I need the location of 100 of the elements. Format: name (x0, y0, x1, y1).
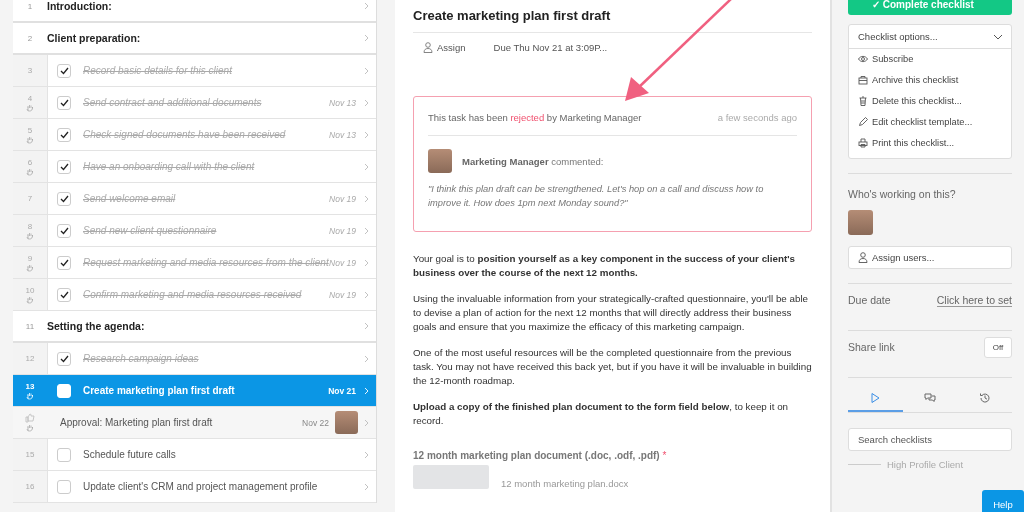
chevron-icon (364, 386, 369, 395)
task-title: Send welcome email (83, 193, 177, 204)
chevron-icon (364, 322, 369, 330)
checkbox[interactable] (57, 159, 71, 174)
options-dropdown[interactable]: Checklist options... (849, 25, 1011, 49)
chevron-icon (364, 130, 369, 139)
checkbox[interactable] (57, 479, 71, 494)
due-date: Nov 13 (329, 129, 356, 140)
chevron-icon (364, 98, 369, 107)
archive-icon (858, 75, 868, 85)
checkbox[interactable] (57, 63, 71, 78)
menu-item[interactable]: Subscribe (849, 49, 923, 70)
description-paragraph: Using the invaluable information from your strategically-crafted questionnaire, you'll be able to devise a plan of action for the next 12 months that will directly address their business goals and ensure that you maximize the efficacy of this marketing campaign. (413, 292, 810, 334)
row-number: 13 (25, 381, 35, 391)
task-title: Send contract and additional documents (83, 97, 263, 108)
task-row[interactable]: 16 Update client's CRM and project management profile (13, 471, 376, 503)
chevron-icon (364, 290, 369, 299)
chevron-icon (364, 194, 369, 203)
due-date: Nov 21 (328, 385, 356, 396)
row-number: 6 (27, 157, 33, 167)
checkbox[interactable] (57, 447, 71, 462)
row-number: 8 (27, 221, 33, 231)
user-icon (423, 42, 433, 53)
trash-icon (858, 96, 868, 106)
task-title: Update client's CRM and project management profile (83, 481, 319, 492)
checkbox[interactable] (57, 127, 71, 142)
checkbox[interactable] (57, 191, 71, 206)
avatar (428, 149, 452, 173)
due-date: Nov 13 (329, 97, 356, 108)
checkbox[interactable] (57, 255, 71, 270)
menu-item[interactable]: Archive this checklist (849, 70, 968, 91)
chevron-icon (364, 418, 369, 427)
share-toggle[interactable]: Off (984, 336, 1012, 358)
task-title: Schedule future calls (83, 449, 177, 460)
row-number: 1 (26, 1, 34, 11)
task-title: Create marketing plan first draft (83, 385, 236, 396)
chat-icon (924, 391, 936, 404)
task-title: Approval: Marketing plan first draft (60, 417, 214, 428)
due-date: Nov 19 (329, 225, 356, 236)
section-heading[interactable]: Setting the agenda: (47, 320, 358, 332)
thumbs-up-icon (25, 413, 35, 423)
due-date: Nov 22 (302, 417, 329, 428)
section-heading[interactable]: Client preparation: (47, 32, 358, 44)
row-number: 5 (27, 125, 33, 135)
row-number: 10 (25, 285, 35, 295)
chevron-icon (364, 66, 369, 75)
checkbox[interactable] (57, 223, 71, 238)
rejection-notice: This task has been rejected by Marketing Manager (428, 112, 642, 123)
chevron-icon (364, 34, 369, 42)
chevron-icon (364, 354, 369, 363)
search-field[interactable]: Search checklists (848, 428, 1012, 451)
pencil-icon (858, 117, 868, 127)
play-icon (869, 391, 882, 404)
avatar (335, 411, 358, 434)
description-paragraph: One of the most useful resources will be the completed questionnaire from the previous task. You may not have received this back yet, but if you have it will be invaluable in building the 12-month roadmap. (413, 346, 812, 388)
description-paragraph: Upload a copy of the finished plan document to the form field below, to keep it on record. (413, 400, 790, 428)
set-due-date-link[interactable]: Click here to set (936, 293, 1012, 307)
chevron-icon (364, 2, 369, 10)
checkbox[interactable] (57, 95, 71, 110)
user-icon (858, 252, 868, 263)
menu-item[interactable]: Edit checklist template... (849, 112, 982, 133)
chevron-icon (364, 450, 369, 459)
assign-button[interactable]: Assign (423, 42, 466, 53)
row-number: 11 (24, 321, 36, 331)
comment-text: "I think this plan draft can be strengthened. Let's hop on a call and discuss how to improve it. How does 1pm next Monday sound?" (428, 183, 765, 210)
task-title: Request marketing and media resources from the client (83, 257, 330, 268)
task-title: Record basic details for this client (83, 65, 234, 76)
field-label: 12 month marketing plan document (.doc, .odf, .pdf) * (413, 450, 668, 461)
chevron-icon (364, 482, 369, 491)
chevron-icon (364, 162, 369, 171)
row-number: 4 (27, 93, 33, 103)
timestamp: a few seconds ago (717, 112, 797, 123)
menu-item[interactable]: Print this checklist... (849, 133, 964, 154)
task-title: Create marketing plan first draft (413, 8, 812, 33)
task-title: Send new client questionnaire (83, 225, 218, 236)
due-date: Nov 19 (329, 257, 356, 268)
chevron-icon (364, 226, 369, 235)
caret-icon (993, 33, 1003, 40)
field-label: Due date (848, 294, 891, 306)
row-number: 15 (25, 450, 35, 459)
task-row[interactable]: 15 Schedule future calls (13, 439, 376, 471)
checkbox[interactable] (57, 351, 71, 366)
menu-item[interactable]: Delete this checklist... (849, 91, 971, 112)
avatar (848, 210, 873, 235)
task-row[interactable]: Approval: Marketing plan first draft Nov 22 (13, 407, 376, 439)
due-date: Nov 19 (329, 289, 356, 300)
task-title: Have an onboarding call with the client (83, 161, 256, 172)
checkbox[interactable] (57, 287, 71, 302)
row-number: 3 (27, 66, 33, 75)
section-title: Who's working on this? (848, 188, 957, 200)
printer-icon (858, 138, 868, 148)
row-number: 12 (25, 354, 35, 363)
task-title: Confirm marketing and media resources received (83, 289, 303, 300)
due-date[interactable]: Due Thu Nov 21 at 3:09P... (493, 42, 608, 53)
assign-users-button[interactable]: Assign users... (848, 246, 1012, 269)
task-title: Research campaign ideas (83, 353, 200, 364)
due-date: Nov 19 (329, 193, 356, 204)
description-paragraph: Your goal is to position yourself as a key component in the success of your client's business over the course of the next 12 months. (413, 252, 796, 280)
section-heading[interactable]: Introduction: (47, 0, 358, 12)
history-icon (978, 391, 991, 404)
